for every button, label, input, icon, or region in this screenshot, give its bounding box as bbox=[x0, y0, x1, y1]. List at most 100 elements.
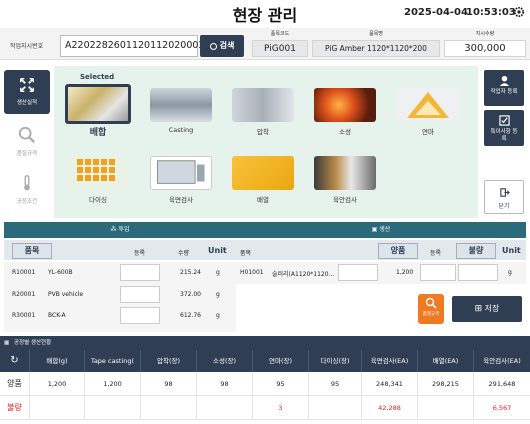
nav-label: 공정조건 bbox=[16, 199, 38, 205]
item-name-label: 품목명 bbox=[369, 31, 383, 37]
category-polishing[interactable]: 연마 bbox=[397, 88, 459, 136]
cell-value: 1,200 bbox=[85, 372, 141, 396]
input-section-header: ⁂ 투입 bbox=[4, 222, 236, 238]
cell-value: 95 bbox=[253, 372, 309, 396]
cell-value bbox=[30, 396, 85, 420]
mixing-photo bbox=[65, 84, 131, 124]
input-col-qty: 수량 bbox=[178, 250, 190, 257]
section-title: 투입 bbox=[118, 226, 130, 233]
column-header: 압착(장) bbox=[141, 350, 197, 372]
category-label: 다이싱 bbox=[89, 196, 107, 204]
pressing-photo bbox=[232, 88, 294, 122]
row-code: R30001 bbox=[12, 312, 36, 319]
category-mixing[interactable]: 배합 bbox=[65, 84, 131, 138]
triangle-sample-icon bbox=[407, 92, 449, 118]
row-code: H01001 bbox=[240, 269, 264, 276]
search-button[interactable]: 검색 bbox=[200, 35, 244, 57]
row-code: R20001 bbox=[12, 291, 36, 298]
box-icon: ▣ bbox=[371, 226, 378, 233]
gear-icon[interactable] bbox=[513, 6, 525, 18]
category-label: 소성 bbox=[339, 128, 351, 136]
category-label: 연마 bbox=[422, 128, 434, 136]
row-unit: g bbox=[216, 291, 220, 298]
category-dicing[interactable]: 다이싱 bbox=[67, 156, 129, 204]
category-label: Casting bbox=[168, 126, 194, 134]
category-six-side-inspection[interactable]: 육면검사 bbox=[150, 156, 212, 204]
row-good: 1,200 bbox=[396, 269, 414, 276]
input-col-unit: Unit bbox=[208, 246, 227, 255]
refresh-button[interactable]: ↻ bbox=[0, 350, 30, 372]
row-unit: g bbox=[216, 269, 220, 276]
register-note-button[interactable]: 특이사항 등록 bbox=[484, 110, 524, 146]
quality-spec-button[interactable]: 품질규격 bbox=[418, 294, 444, 324]
group-icon: ⁂ bbox=[110, 226, 117, 233]
checkbox-icon bbox=[498, 115, 510, 126]
reg-input[interactable] bbox=[120, 286, 160, 303]
cell-value: 1,200 bbox=[30, 372, 85, 396]
row-name: BCK-A bbox=[48, 312, 66, 319]
category-visual-inspection[interactable]: 육안검사 bbox=[314, 156, 376, 204]
inspection-device-photo bbox=[150, 156, 212, 190]
visual-inspection-photo bbox=[314, 156, 376, 190]
button-label: 저장 bbox=[484, 304, 500, 313]
cell-value bbox=[197, 396, 253, 420]
category-label: 배합 bbox=[89, 128, 107, 138]
row-code: R10001 bbox=[12, 269, 36, 276]
production-icon bbox=[20, 78, 34, 92]
column-header: 연마(장) bbox=[253, 350, 309, 372]
category-label: 육안검사 bbox=[333, 196, 357, 204]
cell-value bbox=[85, 396, 141, 420]
category-casting[interactable]: Casting bbox=[150, 88, 212, 134]
column-header: 다이싱(장) bbox=[309, 350, 362, 372]
cell-value: 98 bbox=[197, 372, 253, 396]
category-pressing[interactable]: 압착 bbox=[232, 88, 294, 136]
output-col-bad: 불량 bbox=[456, 243, 496, 259]
column-header: Tape casting( bbox=[85, 350, 141, 372]
exit-icon bbox=[499, 188, 510, 197]
reg-input[interactable] bbox=[420, 264, 456, 281]
category-label: 압착 bbox=[257, 128, 269, 136]
button-label: 특이사항 등록 bbox=[490, 129, 518, 142]
item-code-label: 품목코드 bbox=[270, 31, 290, 37]
save-button[interactable]: ⊞ 저장 bbox=[452, 296, 522, 322]
nav-process-condition[interactable]: 공정조건 bbox=[4, 170, 50, 214]
magnifier-icon bbox=[425, 297, 437, 309]
column-header: 육면검사(EA) bbox=[362, 350, 418, 372]
selected-indicator: Selected bbox=[80, 73, 115, 81]
refresh-icon: ↻ bbox=[10, 355, 19, 366]
row-name: YL-600B bbox=[48, 269, 73, 276]
cell-value: 3 bbox=[253, 396, 309, 420]
thermometer-icon bbox=[24, 175, 30, 191]
reg-input[interactable] bbox=[120, 307, 160, 324]
cell-value bbox=[418, 396, 474, 420]
category-sintering[interactable]: 소성 bbox=[314, 88, 376, 136]
worker-icon bbox=[499, 75, 509, 86]
nav-production-result[interactable]: 생산실적 bbox=[4, 70, 50, 114]
reg-input[interactable] bbox=[120, 264, 160, 281]
column-header: 소성(장) bbox=[197, 350, 253, 372]
row-qty: 612.76 bbox=[180, 312, 201, 319]
row-qty: 372.00 bbox=[180, 291, 201, 298]
category-arrangement[interactable]: 배열 bbox=[232, 156, 294, 204]
cell-value: 95 bbox=[309, 372, 362, 396]
row-name: 슬러리(A1120*1120... bbox=[272, 271, 335, 278]
output-section-header: ▣ 생산 bbox=[236, 222, 526, 238]
bad-input[interactable] bbox=[458, 264, 498, 281]
nav-label: 품질규격 bbox=[16, 151, 38, 157]
order-qty-label: 지시수량 bbox=[475, 31, 495, 37]
cell-value bbox=[309, 396, 362, 420]
sintering-photo bbox=[314, 88, 376, 122]
current-time: 10:53:03 bbox=[466, 7, 516, 18]
button-label: 닫기 bbox=[498, 203, 510, 210]
cell-value: 42,288 bbox=[362, 396, 418, 420]
order-qty-value: 300,000 bbox=[444, 40, 526, 57]
register-worker-button[interactable]: 작업자 등록 bbox=[484, 70, 524, 106]
cell-value: 291,648 bbox=[474, 372, 530, 396]
order-number-input[interactable]: A220228260112011202000З bbox=[60, 35, 205, 57]
cell-value: 248,341 bbox=[362, 372, 418, 396]
polishing-photo bbox=[397, 88, 459, 122]
nav-quality-spec[interactable]: 품질규격 bbox=[4, 122, 50, 166]
close-button[interactable]: 닫기 bbox=[484, 180, 524, 214]
good-input[interactable] bbox=[338, 264, 378, 281]
save-icon: ⊞ bbox=[474, 304, 483, 314]
